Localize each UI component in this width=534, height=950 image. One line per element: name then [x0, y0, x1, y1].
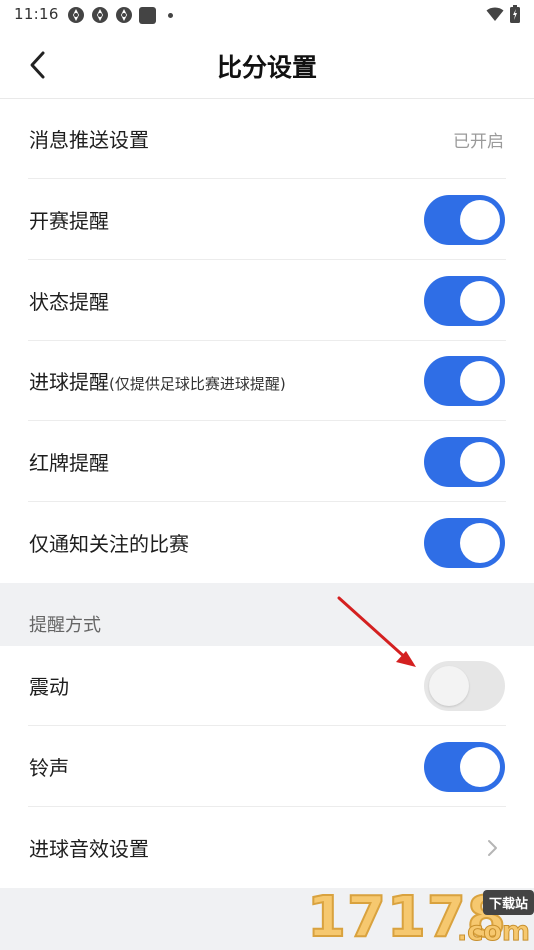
- toggle-knob: [460, 361, 500, 401]
- watermark-logo: 17178 下载站 .com: [305, 886, 534, 950]
- dot-icon: [168, 12, 173, 18]
- divider: [28, 806, 506, 807]
- goal-reminder-row: 进球提醒(仅提供足球比赛进球提醒): [0, 341, 534, 421]
- reminder-method-section-header: 提醒方式: [0, 583, 534, 646]
- status-time: 11:16: [14, 5, 59, 23]
- toggle-knob: [460, 200, 500, 240]
- ringtone-label: 铃声: [29, 756, 69, 780]
- followed-only-row: 仅通知关注的比赛: [0, 503, 534, 583]
- push-settings-row[interactable]: 消息推送设置 已开启: [0, 99, 534, 179]
- match-start-label: 开赛提醒: [29, 209, 109, 233]
- goal-reminder-toggle[interactable]: [424, 356, 505, 406]
- page-title: 比分设置: [216, 53, 317, 82]
- app-notification-icon: [67, 6, 85, 24]
- divider: [28, 501, 506, 502]
- ringtone-toggle[interactable]: [424, 742, 505, 792]
- divider: [28, 420, 506, 421]
- status-bar: 11:16: [0, 0, 534, 30]
- goal-sound-label: 进球音效设置: [29, 837, 149, 861]
- followed-only-label: 仅通知关注的比赛: [29, 532, 189, 556]
- divider: [28, 178, 506, 179]
- app-notification-icon: [115, 6, 133, 24]
- wifi-icon: [486, 6, 504, 26]
- square-notification-icon: [139, 6, 156, 24]
- system-icons: [486, 5, 520, 27]
- notification-icons: [67, 6, 173, 24]
- vibrate-label: 震动: [29, 675, 69, 699]
- divider: [28, 725, 506, 726]
- watermark-badge: 下载站: [482, 890, 534, 915]
- ringtone-row: 铃声: [0, 727, 534, 807]
- status-reminder-label: 状态提醒: [29, 290, 109, 314]
- header: 比分设置: [0, 30, 534, 99]
- red-card-label: 红牌提醒: [29, 451, 109, 475]
- status-reminder-toggle[interactable]: [424, 276, 505, 326]
- goal-reminder-label: 进球提醒(仅提供足球比赛进球提醒): [29, 366, 286, 395]
- app-notification-icon: [91, 6, 109, 24]
- match-start-row: 开赛提醒: [0, 180, 534, 260]
- toggle-knob: [429, 666, 469, 706]
- status-reminder-row: 状态提醒: [0, 261, 534, 341]
- toggle-knob: [460, 281, 500, 321]
- vibrate-row: 震动: [0, 646, 534, 726]
- goal-reminder-note: (仅提供足球比赛进球提醒): [109, 375, 286, 393]
- followed-only-toggle[interactable]: [424, 518, 505, 568]
- chevron-right-icon: [486, 838, 500, 858]
- vibrate-toggle[interactable]: [424, 661, 505, 711]
- section-title: 提醒方式: [29, 615, 101, 636]
- watermark-suffix: .com: [457, 916, 531, 948]
- divider: [28, 259, 506, 260]
- toggle-knob: [460, 747, 500, 787]
- toggle-knob: [460, 442, 500, 482]
- red-card-toggle[interactable]: [424, 437, 505, 487]
- red-card-row: 红牌提醒: [0, 422, 534, 502]
- push-settings-label: 消息推送设置: [29, 128, 149, 152]
- goal-sound-row[interactable]: 进球音效设置: [0, 808, 534, 888]
- push-status-value: 已开启: [453, 132, 504, 152]
- goal-reminder-title: 进球提醒: [29, 370, 109, 394]
- toggle-knob: [460, 523, 500, 563]
- match-start-toggle[interactable]: [424, 195, 505, 245]
- battery-charging-icon: [510, 5, 520, 27]
